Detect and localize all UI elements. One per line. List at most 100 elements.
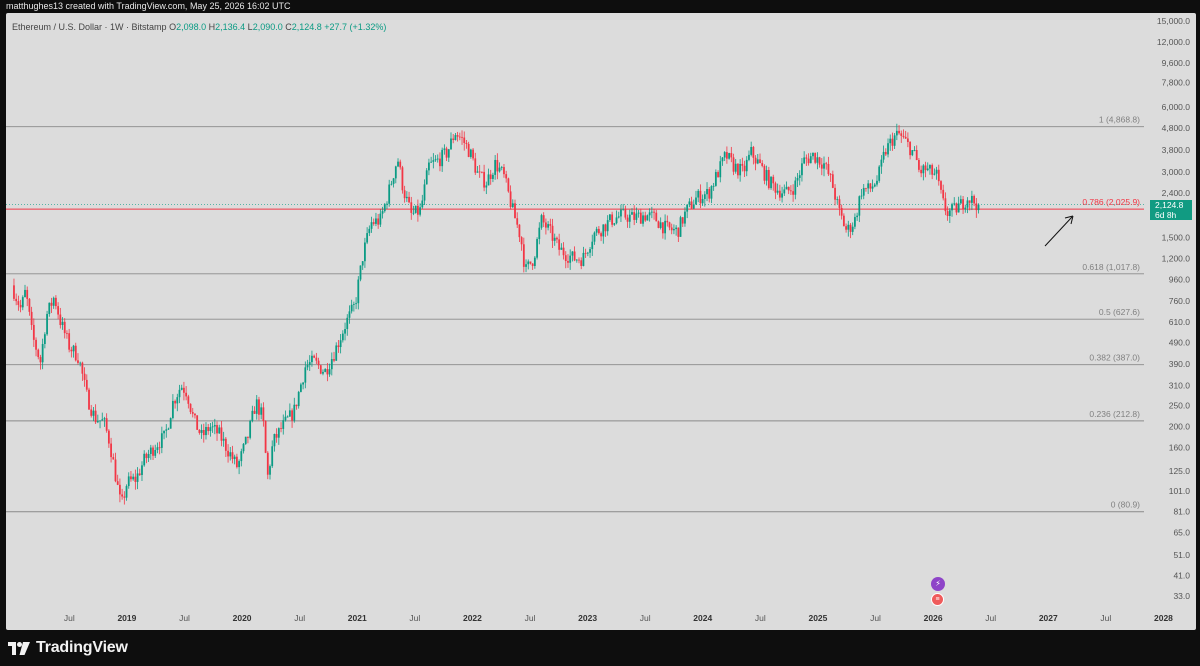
x-axis-tick-label: Jul: [755, 613, 766, 623]
candle-body: [516, 218, 519, 225]
candle-body: [412, 212, 415, 214]
candle-body: [785, 186, 788, 190]
x-axis-tick-label: 2026: [924, 613, 943, 623]
candle-body: [306, 364, 309, 368]
candle-body: [931, 165, 934, 175]
candle-body: [686, 204, 689, 212]
candle-body: [834, 187, 836, 200]
us-flag-event-icon[interactable]: ≡: [931, 593, 944, 606]
price-chart[interactable]: 1 (4,868.8) 0.786 (2,025.9) 0.618 (1,017.8…: [6, 13, 1196, 630]
candle-body: [825, 163, 828, 165]
candle-body: [485, 185, 488, 188]
candle-body: [573, 251, 576, 261]
x-axis-tick-label: Jul: [640, 613, 651, 623]
candle-body: [644, 215, 647, 221]
candle-body: [339, 340, 342, 348]
candle-body: [474, 158, 477, 173]
candle-body: [361, 261, 364, 266]
x-axis-tick-label: Jul: [525, 613, 536, 623]
candle-body: [935, 169, 938, 174]
candle-body: [403, 190, 406, 199]
candle-body: [145, 453, 148, 459]
candle-body: [194, 413, 196, 416]
candle-body: [483, 171, 486, 188]
candle-body: [706, 189, 708, 195]
candle-body: [940, 181, 942, 190]
candle-body: [324, 369, 327, 372]
y-axis-tick-label: 250.0: [1169, 401, 1191, 411]
candle-body: [330, 359, 333, 370]
chart-panel[interactable]: 1 (4,868.8) 0.786 (2,025.9) 0.618 (1,017.8…: [6, 13, 1196, 630]
candle-body: [944, 198, 947, 212]
candle-body: [405, 196, 408, 199]
high-value: 2,136.4: [215, 22, 246, 32]
y-axis-tick-label: 490.0: [1169, 337, 1191, 347]
x-axis-tick-label: Jul: [179, 613, 190, 623]
candle-body: [977, 204, 980, 211]
candle-body: [721, 157, 724, 162]
candle-body: [862, 187, 865, 196]
candle-body: [556, 237, 558, 240]
candle-body: [549, 224, 552, 226]
candle-body: [37, 349, 40, 358]
candle-body: [624, 208, 627, 218]
candle-body: [946, 211, 949, 216]
y-axis-tick-label: 7,800.0: [1162, 77, 1191, 87]
candle-body: [235, 456, 238, 468]
candle-body: [752, 146, 755, 158]
candle-body: [586, 252, 589, 254]
candle-body: [854, 217, 856, 227]
candle-body: [198, 429, 201, 433]
candle-body: [216, 425, 218, 434]
candle-body: [626, 217, 629, 222]
candle-body: [463, 137, 466, 143]
x-axis-tick-label: 2020: [233, 613, 252, 623]
x-axis-tick-label: 2028: [1154, 613, 1173, 623]
candle-body: [428, 162, 430, 171]
candle-body: [430, 161, 433, 163]
candle-body: [580, 260, 583, 266]
y-axis-tick-label: 125.0: [1169, 466, 1191, 476]
candle-body: [948, 210, 951, 216]
candle-body: [884, 151, 887, 155]
candle-body: [207, 427, 210, 432]
candle-body: [302, 382, 305, 385]
candle-body: [708, 189, 711, 199]
candle-body: [509, 191, 512, 208]
candle-body: [719, 161, 722, 178]
y-axis-tick-label: 3,800.0: [1162, 145, 1191, 155]
candle-body: [684, 211, 686, 224]
candle-body: [469, 149, 472, 157]
candle-body: [350, 304, 353, 312]
candle-body: [275, 434, 278, 438]
candle-body: [756, 159, 759, 164]
candle-body: [249, 421, 252, 438]
candle-body: [666, 220, 669, 223]
candle-body: [617, 216, 620, 218]
y-axis-tick-label: 12,000.0: [1157, 37, 1190, 47]
tradingview-logo-icon: [8, 642, 30, 655]
candle-body: [496, 159, 499, 172]
candle-body: [335, 345, 338, 361]
candle-body: [233, 456, 236, 460]
x-axis-tick-label: Jul: [870, 613, 881, 623]
y-axis-tick-label: 6,000.0: [1162, 102, 1191, 112]
candle-body: [955, 203, 958, 213]
candle-body: [827, 164, 830, 175]
candle-body: [476, 171, 479, 173]
candle-body: [895, 130, 898, 136]
earnings-event-icon[interactable]: ⚡: [931, 577, 945, 591]
candle-body: [606, 220, 609, 232]
x-axis-tick-label: 2021: [348, 613, 367, 623]
tradingview-brand[interactable]: TradingView: [8, 639, 128, 657]
candle-body: [379, 213, 382, 225]
candle-body: [138, 473, 141, 475]
candle-body: [692, 204, 695, 209]
candle-body: [633, 212, 636, 220]
y-axis-tick-label: 390.0: [1169, 359, 1191, 369]
candle-body: [697, 190, 700, 198]
candle-body: [545, 222, 547, 228]
candle-body: [355, 303, 357, 305]
y-axis-tick-label: 33.0: [1173, 591, 1190, 601]
candle-body: [675, 227, 678, 230]
